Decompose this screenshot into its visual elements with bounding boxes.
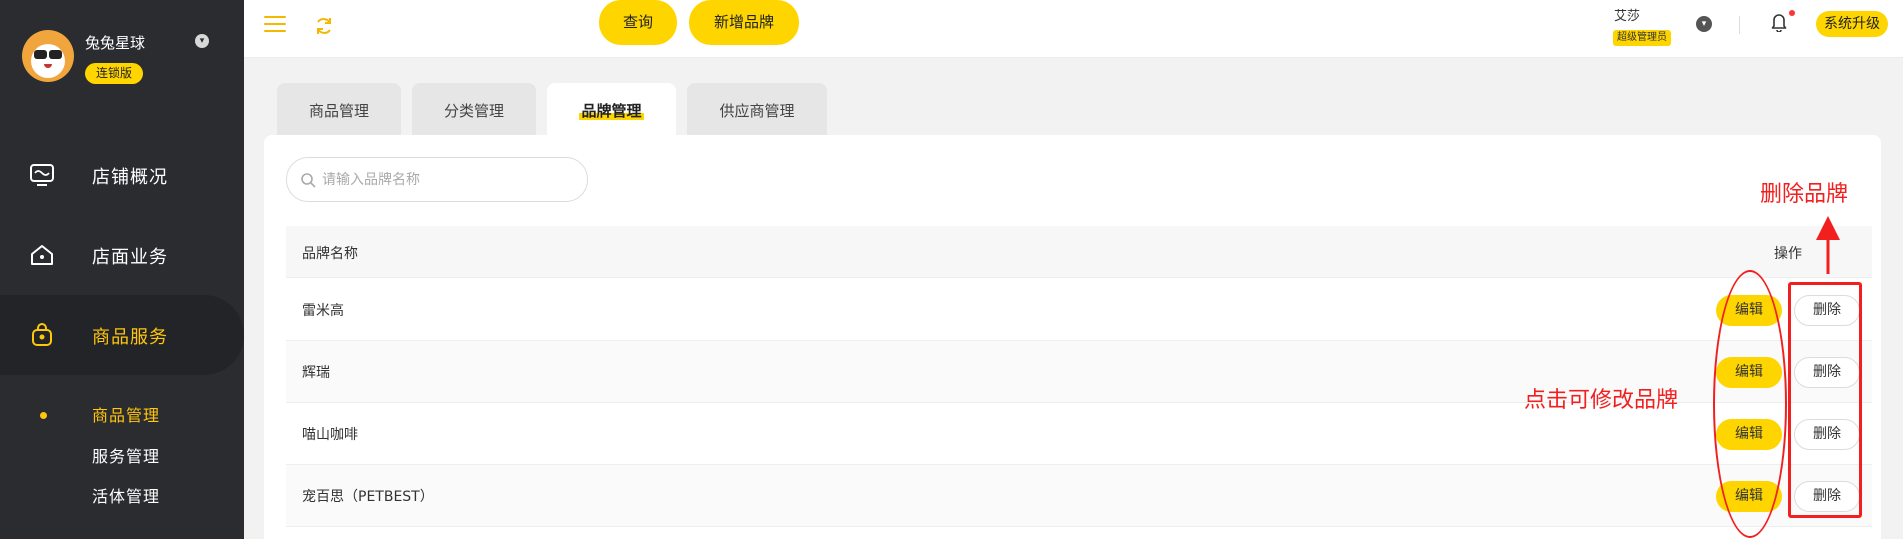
notification-dot bbox=[1789, 10, 1795, 16]
refresh-icon[interactable] bbox=[314, 16, 334, 36]
shop-name: 兔兔星球 bbox=[85, 34, 146, 52]
user-role-badge: 超级管理员 bbox=[1613, 30, 1671, 46]
table-header: 品牌名称 操作 bbox=[286, 226, 1872, 278]
tab-goods-management[interactable]: 商品管理 bbox=[277, 83, 401, 137]
column-brand-name: 品牌名称 bbox=[302, 246, 358, 262]
tab-label: 分类管理 bbox=[443, 102, 504, 120]
tab-label: 商品管理 bbox=[308, 102, 369, 120]
add-brand-button[interactable]: 新增品牌 bbox=[689, 0, 799, 45]
column-actions: 操作 bbox=[1774, 246, 1802, 262]
user-name: 艾莎 bbox=[1614, 9, 1641, 24]
brand-name-cell: 雷米高 bbox=[302, 303, 344, 319]
system-upgrade-button[interactable]: 系统升级 bbox=[1816, 11, 1888, 37]
active-dot bbox=[40, 412, 47, 419]
top-header: 艾莎 超级管理员 ▾ 系统升级 bbox=[244, 0, 1903, 58]
annotation-edit-note: 点击可修改品牌 bbox=[1524, 388, 1679, 413]
nav-label: 店面业务 bbox=[92, 247, 168, 268]
nav-label: 商品服务 bbox=[92, 327, 168, 348]
search-field[interactable] bbox=[286, 157, 588, 202]
shopping-bag-icon bbox=[32, 323, 52, 346]
search-icon bbox=[301, 173, 316, 188]
annotation-up-arrow-icon bbox=[1816, 216, 1840, 274]
home-icon bbox=[31, 245, 53, 265]
shop-edition-badge: 连锁版 bbox=[85, 63, 144, 84]
shop-avatar[interactable] bbox=[22, 30, 74, 82]
annotation-delete-box bbox=[1788, 282, 1862, 518]
brand-name-cell: 宠百思（PETBEST） bbox=[302, 489, 434, 505]
brand-name-cell: 辉瑞 bbox=[302, 365, 330, 381]
subnav-goods-management[interactable]: 商品管理 bbox=[92, 402, 160, 426]
subnav-service-management[interactable]: 服务管理 bbox=[92, 443, 160, 467]
monitor-icon bbox=[30, 164, 54, 186]
nav-store-overview[interactable]: 店铺概况 bbox=[0, 135, 244, 215]
divider bbox=[1739, 16, 1740, 34]
shop-switch-chevron-icon[interactable]: ▾ bbox=[195, 34, 209, 48]
subnav-live-animal-management[interactable]: 活体管理 bbox=[92, 483, 160, 507]
search-input[interactable] bbox=[322, 168, 577, 192]
brand-name-cell: 喵山咖啡 bbox=[302, 427, 358, 443]
annotation-delete-note: 删除品牌 bbox=[1760, 182, 1849, 207]
bell-icon[interactable] bbox=[1770, 12, 1788, 32]
menu-icon[interactable] bbox=[264, 16, 286, 34]
nav-goods-service[interactable]: 商品服务 bbox=[0, 295, 244, 375]
nav-label: 店铺概况 bbox=[92, 167, 168, 188]
query-button[interactable]: 查询 bbox=[599, 0, 677, 45]
tab-category-management[interactable]: 分类管理 bbox=[412, 83, 536, 137]
tab-brand-management[interactable]: 品牌管理 bbox=[547, 83, 676, 137]
tab-supplier-management[interactable]: 供应商管理 bbox=[687, 83, 827, 137]
tab-label: 供应商管理 bbox=[719, 102, 795, 120]
user-menu-chevron-icon[interactable]: ▾ bbox=[1696, 16, 1712, 32]
annotation-edit-ellipse bbox=[1713, 270, 1787, 538]
table-row: 雷米高 编辑 删除 bbox=[286, 279, 1872, 341]
nav-store-business[interactable]: 店面业务 bbox=[0, 215, 244, 295]
table-row: 宠百思（PETBEST） 编辑 删除 bbox=[286, 465, 1872, 527]
sidebar: 兔兔星球 连锁版 ▾ 店铺概况 店面业务 商品服务 商品管理 服务管理 活体管理 bbox=[0, 0, 244, 539]
tab-label: 品牌管理 bbox=[579, 102, 644, 120]
